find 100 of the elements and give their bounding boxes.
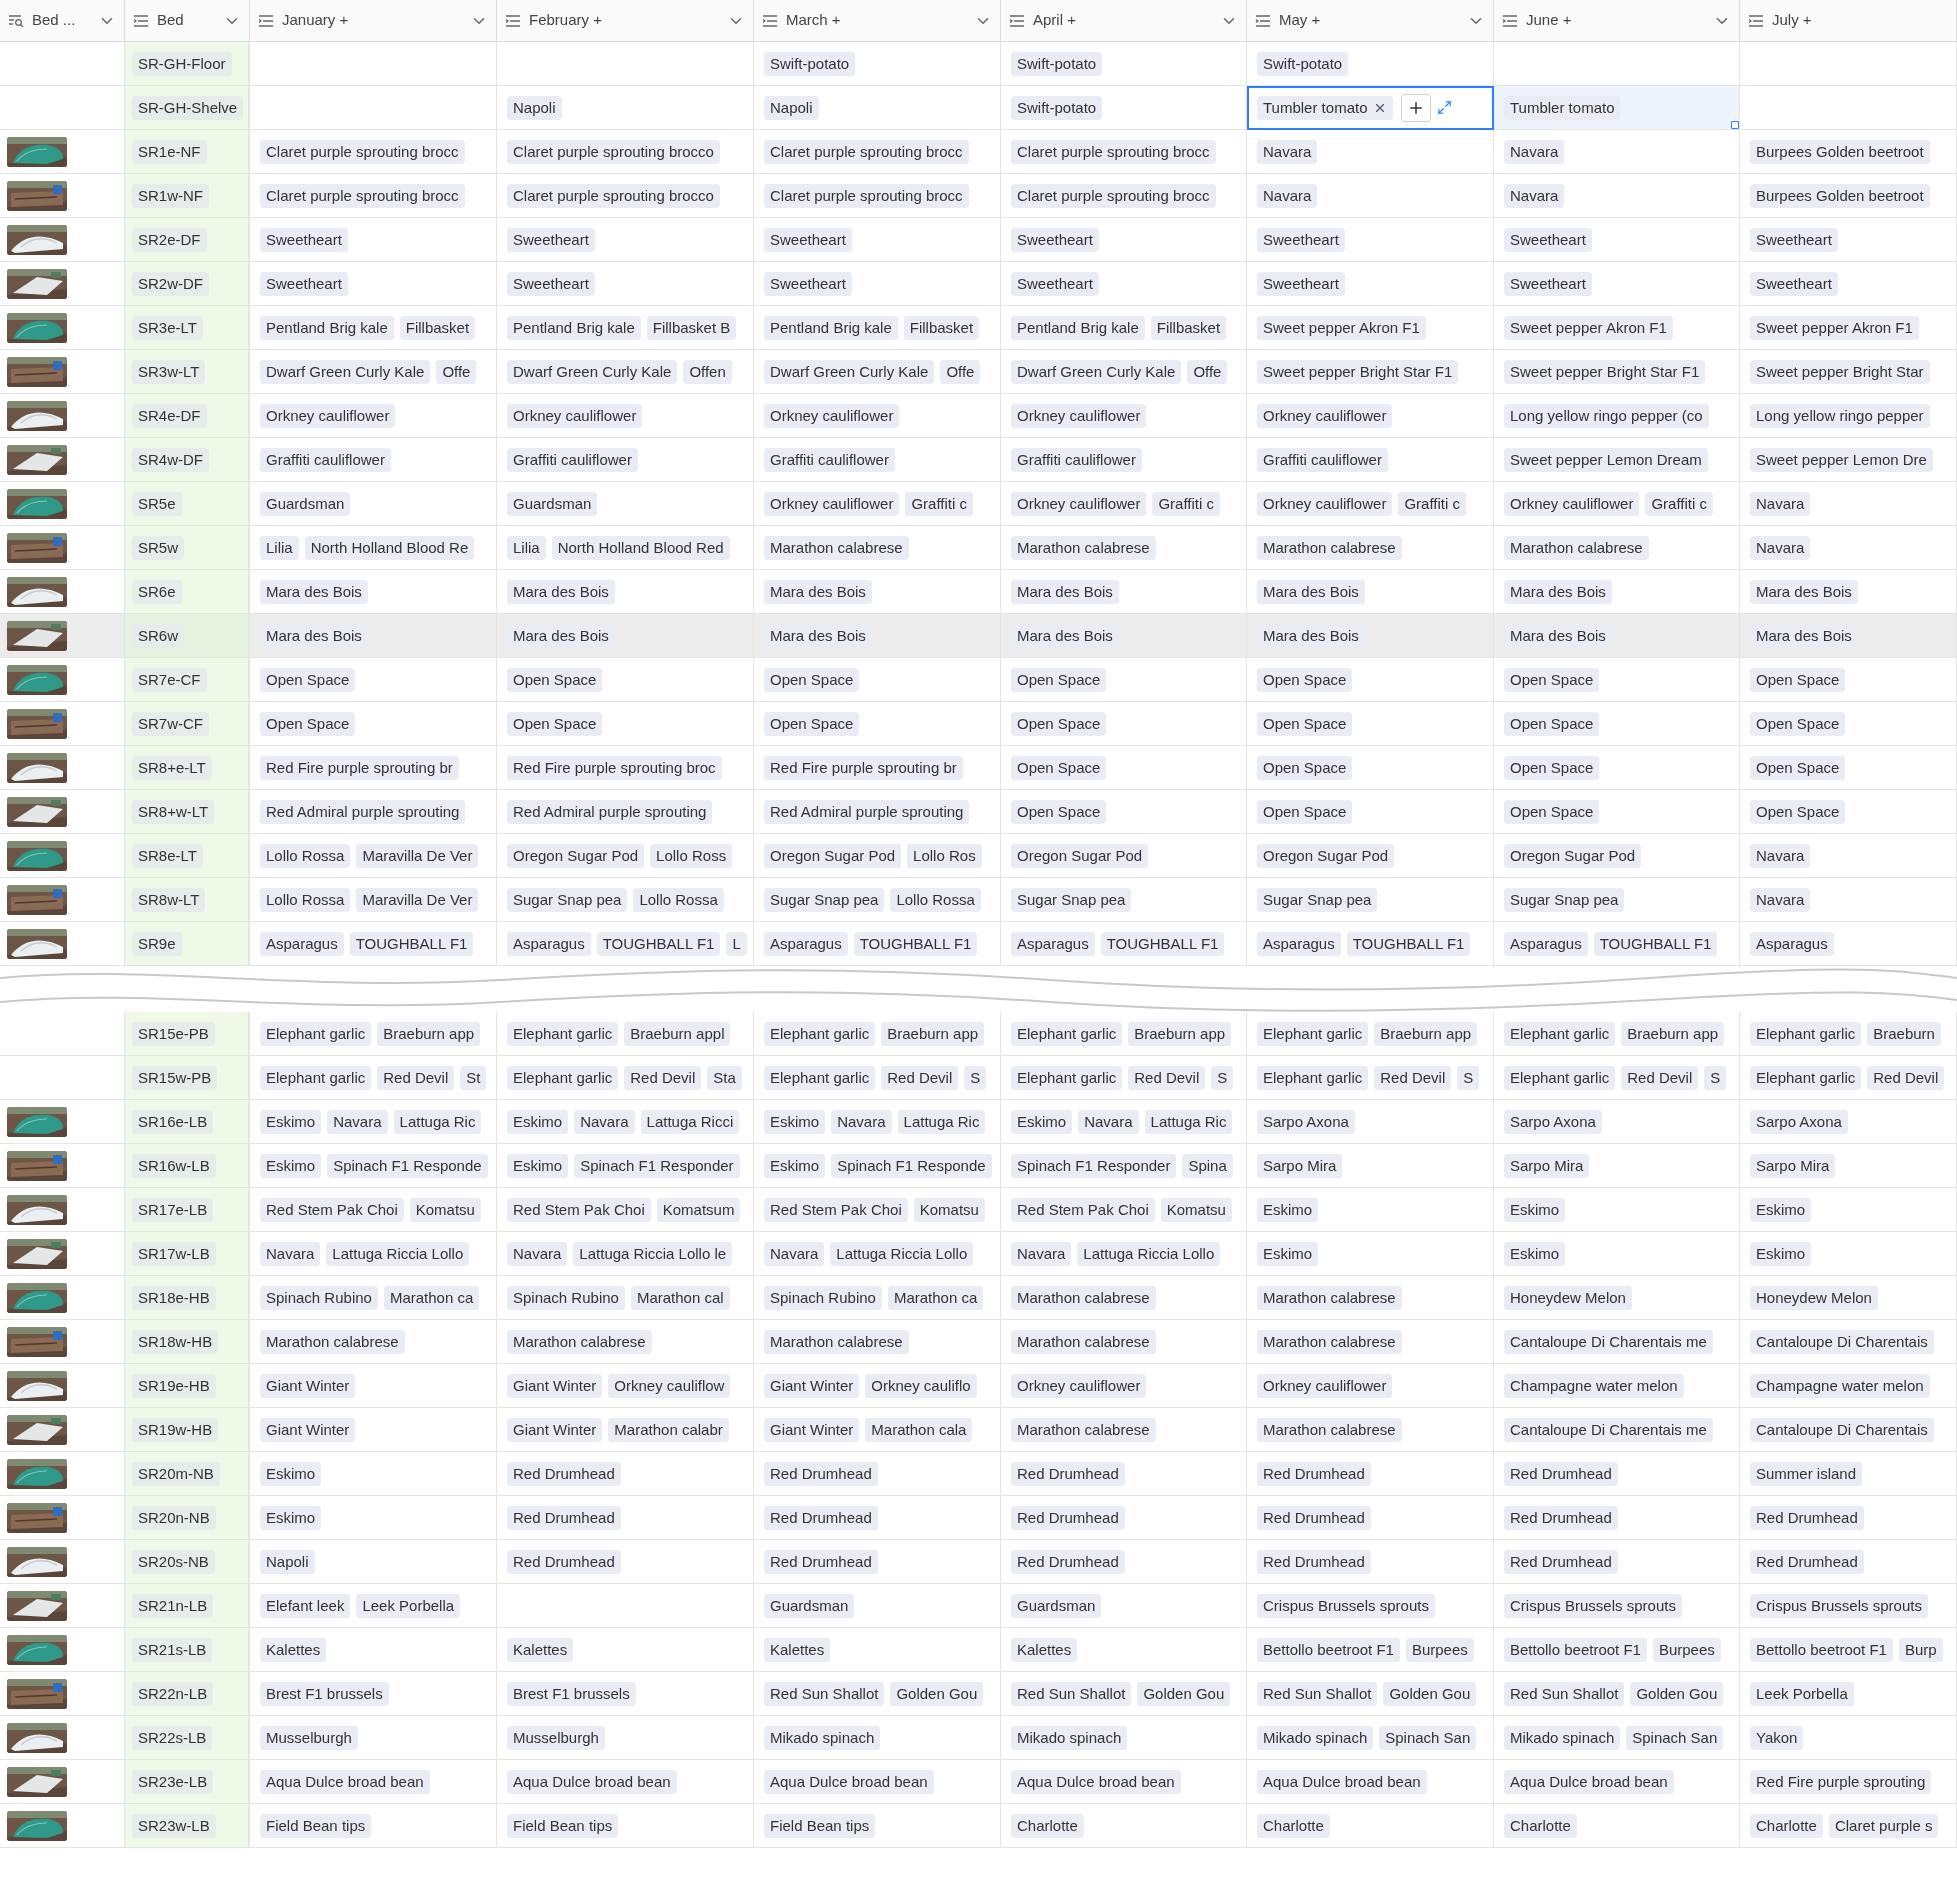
tag: Sarpo Mira xyxy=(1750,1153,1836,1178)
tag: North Holland Blood Re xyxy=(304,535,475,560)
tag: Red Stem Pak Choi xyxy=(507,1197,651,1222)
bed-chip[interactable]: SR7e-CF xyxy=(132,667,207,692)
bed-chip[interactable]: SR6w xyxy=(132,623,184,648)
tag: Spinach Rubino xyxy=(764,1285,882,1310)
bed-chip[interactable]: SR1e-NF xyxy=(132,139,207,164)
tag: Navara xyxy=(1504,139,1565,164)
bed-chip[interactable]: SR5w xyxy=(132,535,184,560)
bed-chip[interactable]: SR8e-LT xyxy=(132,843,203,868)
bed-chip[interactable]: SR4w-DF xyxy=(132,447,209,472)
tag: Red Drumhead xyxy=(1257,1505,1371,1530)
bed-chip[interactable]: SR6e xyxy=(132,579,182,604)
bed-chip[interactable]: SR21n-LB xyxy=(132,1593,214,1618)
bed-chip[interactable]: SR4e-DF xyxy=(132,403,207,428)
tag: Mara des Bois xyxy=(764,623,872,648)
tag: Open Space xyxy=(1504,667,1600,692)
tag: Field Bean tips xyxy=(507,1813,619,1838)
tag: Bettollo beetroot F1 xyxy=(1504,1637,1647,1662)
tag: Open Space xyxy=(1257,799,1353,824)
tag: Sweetheart xyxy=(507,227,595,252)
bed-chip[interactable]: SR2e-DF xyxy=(132,227,207,252)
bed-chip[interactable]: SR17w-LB xyxy=(132,1241,216,1266)
bed-chip[interactable]: SR7w-CF xyxy=(132,711,209,736)
tag: Leek Porbella xyxy=(1750,1681,1854,1706)
tag: Braeburn app xyxy=(1374,1021,1478,1046)
tag: Orkney cauliflower xyxy=(1257,491,1393,516)
column-header[interactable]: January + xyxy=(250,0,497,42)
tag: Navara xyxy=(764,1241,825,1266)
tag: TOUGHBALL F1 xyxy=(1100,931,1225,956)
tag: Orkney cauliflower xyxy=(1011,1373,1147,1398)
bed-chip[interactable]: SR3e-LT xyxy=(132,315,203,340)
bed-chip[interactable]: SR9e xyxy=(132,931,182,956)
bed-chip[interactable]: SR15e-PB xyxy=(132,1021,215,1046)
tag: Lattuga Ric xyxy=(897,1109,986,1134)
bed-chip[interactable]: SR21s-LB xyxy=(132,1637,213,1662)
tag: Orkney cauliflower xyxy=(764,403,900,428)
bed-chip[interactable]: SR19w-HB xyxy=(132,1417,219,1442)
tag: Elephant garlic xyxy=(1750,1021,1862,1046)
bed-chip[interactable]: SR1w-NF xyxy=(132,183,209,208)
bed-chip[interactable]: SR16e-LB xyxy=(132,1109,214,1134)
column-header[interactable]: April + xyxy=(1001,0,1247,42)
tag: Burp xyxy=(1898,1637,1943,1662)
add-button[interactable] xyxy=(1401,93,1432,122)
bed-chip[interactable]: SR18w-HB xyxy=(132,1329,219,1354)
tag: Mikado spinach xyxy=(1504,1725,1621,1750)
tag: Offe xyxy=(940,359,981,384)
tag: TOUGHBALL F1 xyxy=(853,931,978,956)
column-header[interactable]: Bed xyxy=(125,0,250,42)
expand-icon[interactable] xyxy=(1437,100,1453,115)
tag: Marathon calabrese xyxy=(1257,535,1402,560)
tag: Cantaloupe Di Charentais me xyxy=(1504,1329,1713,1354)
bed-chip[interactable]: SR16w-LB xyxy=(132,1153,216,1178)
tag: Pentland Brig kale xyxy=(260,315,394,340)
column-header[interactable]: May + xyxy=(1247,0,1494,42)
bed-chip[interactable]: SR2w-DF xyxy=(132,271,209,296)
tag: Mikado spinach xyxy=(1257,1725,1374,1750)
column-header[interactable]: Bed ... xyxy=(0,0,125,42)
bed-chip[interactable]: SR3w-LT xyxy=(132,359,206,384)
bed-chip[interactable]: SR15w-PB xyxy=(132,1065,218,1090)
tag: Burpees xyxy=(1405,1637,1474,1662)
column-header[interactable]: February + xyxy=(497,0,754,42)
tag: Red Drumhead xyxy=(1750,1549,1864,1574)
tag: Red Sun Shallot xyxy=(764,1681,885,1706)
tag: Eskimo xyxy=(1504,1197,1566,1222)
column-header[interactable]: March + xyxy=(754,0,1001,42)
bed-chip[interactable]: SR23e-LB xyxy=(132,1769,214,1794)
bed-chip[interactable]: SR-GH-Shelve xyxy=(132,95,244,120)
tag: Komatsu xyxy=(409,1197,481,1222)
bed-chip[interactable]: SR22n-LB xyxy=(132,1681,214,1706)
tag: Lattuga Ric xyxy=(1144,1109,1233,1134)
bed-chip[interactable]: SR19e-HB xyxy=(132,1373,216,1398)
bed-chip[interactable]: SR-GH-Floor xyxy=(132,51,232,76)
column-header[interactable]: July + xyxy=(1740,0,1957,42)
bed-chip[interactable]: SR18e-HB xyxy=(132,1285,216,1310)
tag: Open Space xyxy=(507,711,603,736)
bed-chip[interactable]: SR20m-NB xyxy=(132,1461,220,1486)
tag: Marathon calabrese xyxy=(260,1329,405,1354)
tag: Fillbasket B xyxy=(646,315,737,340)
tag: Eskimo xyxy=(1257,1241,1319,1266)
bed-chip[interactable]: SR20s-NB xyxy=(132,1549,215,1574)
bed-chip[interactable]: SR8w-LT xyxy=(132,887,206,912)
bed-chip[interactable]: SR5e xyxy=(132,491,182,516)
tag: Sarpo Axona xyxy=(1504,1109,1602,1134)
tag: Marathon calabrese xyxy=(1257,1329,1402,1354)
tag: TOUGHBALL F1 xyxy=(1346,931,1471,956)
bed-chip[interactable]: SR20n-NB xyxy=(132,1505,216,1530)
fill-handle[interactable] xyxy=(1731,121,1739,129)
bed-chip[interactable]: SR22s-LB xyxy=(132,1725,213,1750)
tag: Elephant garlic xyxy=(764,1021,876,1046)
tag: Marathon calabrese xyxy=(764,1329,909,1354)
bed-chip[interactable]: SR17e-LB xyxy=(132,1197,214,1222)
tag: Fillbasket xyxy=(1150,315,1227,340)
bed-chip[interactable]: SR8+e-LT xyxy=(132,755,212,780)
tag: Maravilla De Ver xyxy=(356,843,479,868)
column-header[interactable]: June + xyxy=(1494,0,1740,42)
tag: Sweet pepper Bright Star F1 xyxy=(1257,359,1459,384)
bed-chip[interactable]: SR23w-LB xyxy=(132,1813,216,1838)
tag: Swift-potato xyxy=(1011,51,1103,76)
bed-chip[interactable]: SR8+w-LT xyxy=(132,799,215,824)
